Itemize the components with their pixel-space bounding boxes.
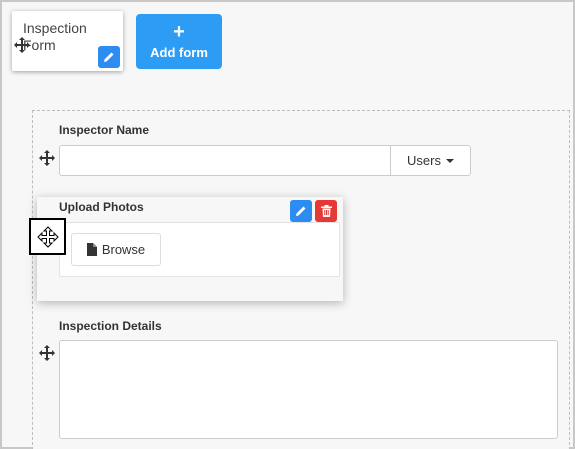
inspection-details-textarea[interactable] — [59, 340, 558, 439]
form-card-title: Inspection Form — [23, 20, 87, 53]
pencil-icon — [296, 206, 306, 216]
move-icon[interactable] — [39, 345, 55, 361]
add-form-button[interactable]: + Add form — [136, 14, 222, 69]
upload-photos-label: Upload Photos — [59, 200, 144, 214]
inspection-details-label: Inspection Details — [59, 319, 162, 333]
inspector-name-input[interactable] — [59, 145, 391, 176]
caret-down-icon — [445, 158, 454, 163]
inspector-name-label: Inspector Name — [59, 123, 150, 137]
add-form-label: Add form — [150, 45, 208, 60]
users-dropdown-label: Users — [407, 153, 441, 168]
file-icon — [86, 243, 97, 256]
drag-cursor — [29, 218, 66, 255]
browse-button[interactable]: Browse — [71, 233, 161, 266]
delete-field-button[interactable] — [315, 200, 337, 222]
form-card[interactable]: Inspection Form — [12, 11, 123, 71]
browse-label: Browse — [101, 242, 146, 257]
upload-area: Browse — [59, 222, 340, 277]
edit-field-button[interactable] — [290, 200, 312, 222]
edit-form-button[interactable] — [98, 46, 120, 68]
move-icon[interactable] — [39, 150, 55, 166]
plus-icon: + — [173, 21, 185, 43]
upload-photos-field[interactable]: Upload Photos Browse — [37, 197, 343, 301]
pencil-icon — [104, 52, 114, 62]
trash-icon — [320, 205, 332, 217]
move-cursor-icon — [36, 225, 59, 248]
move-icon[interactable] — [14, 37, 30, 53]
form-builder-canvas: Inspection Form + Add form Inspector Nam… — [0, 0, 575, 449]
users-dropdown-button[interactable]: Users — [390, 145, 471, 176]
